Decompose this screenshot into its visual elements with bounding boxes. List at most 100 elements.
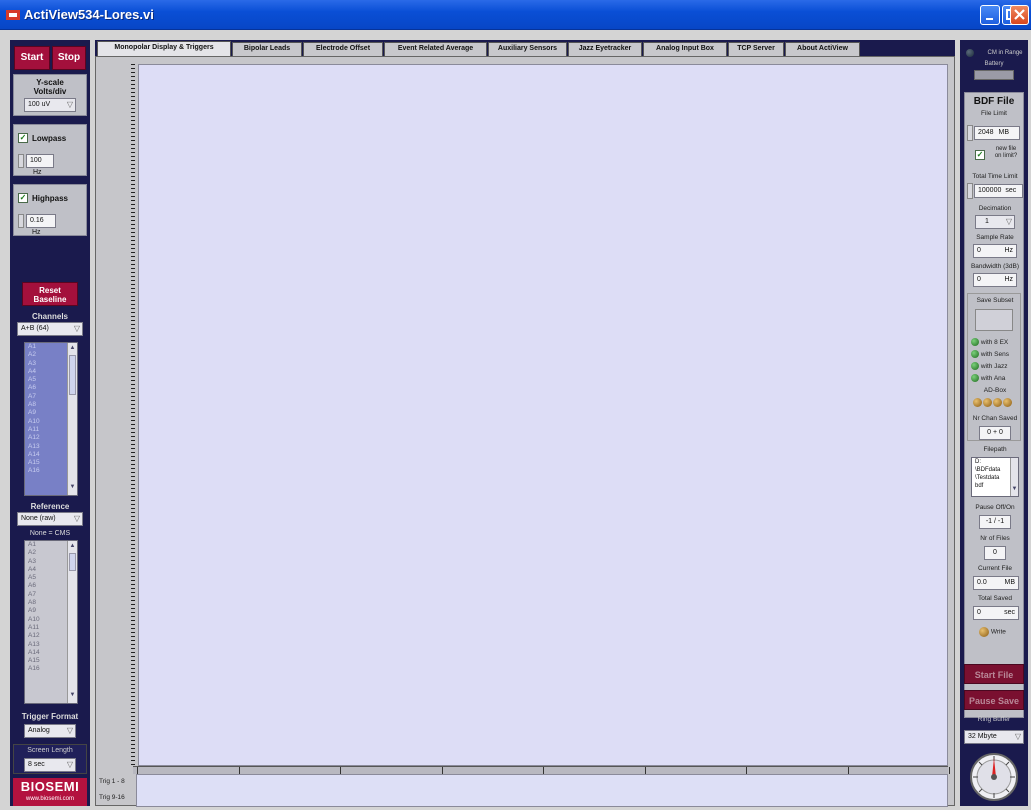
tab-jazz-eyetracker[interactable]: Jazz Eyetracker <box>568 42 642 56</box>
with-ana-row[interactable]: with Ana <box>965 374 1005 384</box>
x-axis-tick <box>340 767 341 774</box>
scroll-thumb[interactable] <box>69 553 76 571</box>
with-sens-led <box>971 350 979 359</box>
write-indicator: Write <box>973 627 1006 638</box>
total-saved-label: Total Saved <box>978 595 1012 602</box>
channel-scrollbar[interactable]: ▲ ▼ <box>67 343 77 495</box>
tab-auxiliary-sensors[interactable]: Auxiliary Sensors <box>488 42 567 56</box>
minimize-button[interactable] <box>980 5 1000 25</box>
chevron-down-icon: ▽ <box>66 726 73 735</box>
trigger-format-dropdown[interactable]: Analog ▽ <box>24 724 76 738</box>
scroll-thumb[interactable] <box>69 355 76 395</box>
filepath-label: Filepath <box>983 446 1007 453</box>
tab-about-actiview[interactable]: About ActiView <box>785 42 860 56</box>
tab-bipolar-leads[interactable]: Bipolar Leads <box>232 42 302 56</box>
yscale-dropdown[interactable]: 100 uV ▽ <box>24 98 76 112</box>
window-title: ActiView534-Lores.vi <box>24 7 154 22</box>
with-8ex-led <box>971 338 979 347</box>
with-8ex-row[interactable]: with 8 EX <box>965 338 1008 348</box>
x-axis-tick <box>949 767 950 774</box>
x-axis-tick <box>441 767 443 774</box>
adbox-label: AD-Box <box>983 387 1007 394</box>
tab-monopolar-display-triggers[interactable]: Monopolar Display & Triggers <box>97 41 231 57</box>
minimize-icon <box>986 18 993 20</box>
x-axis-tick <box>543 767 544 774</box>
total-time-unit: sec <box>1005 187 1017 194</box>
battery-label: Battery <box>984 61 1004 67</box>
reference-listbox[interactable]: A1 A2 A3 A4 A5 A6 A7 A8 A9 A10 A11 A12 A13 A14 A15 A16 … <box>24 540 78 704</box>
scroll-down-icon[interactable]: ▼ <box>68 692 77 701</box>
start-file-button[interactable]: Start File <box>964 664 1024 684</box>
scroll-up-icon[interactable]: ▲ <box>68 345 77 354</box>
chevron-down-icon: ▽ <box>73 324 80 333</box>
adbox-leds <box>973 398 1019 410</box>
highpass-field[interactable]: 0.16 Hz <box>26 214 56 236</box>
file-limit-unit: MB <box>998 129 1010 136</box>
bandwidth-value: 0 <box>977 276 981 283</box>
total-saved-value: 0 <box>977 609 981 616</box>
total-saved-field: 0 sec <box>973 606 1019 620</box>
ring-buffer-dropdown[interactable]: 32 Mbyte ▽ <box>964 730 1024 744</box>
yscale-group: Y-scale Volts/div 100 uV ▽ <box>13 74 87 116</box>
lowpass-spinner[interactable] <box>18 154 24 168</box>
trigger-plot-area[interactable] <box>136 774 948 807</box>
current-file-label: Current File <box>978 565 1012 572</box>
yscale-label: Y-scale <box>36 78 64 87</box>
x-axis-tick <box>238 767 240 774</box>
channels-value: A+B (64) <box>21 325 49 332</box>
tab-electrode-offset[interactable]: Electrode Offset <box>303 42 383 56</box>
close-icon <box>1014 9 1025 20</box>
trig-9-16-label: Trig 9-16 <box>99 794 125 801</box>
decimation-label: Decimation <box>978 205 1012 212</box>
scroll-down-icon[interactable]: ▼ <box>1011 486 1018 495</box>
with-ana-label: with Ana <box>980 375 1006 382</box>
bandwidth-field: 0 Hz <box>973 273 1017 287</box>
tab-analog-input-box[interactable]: Analog Input Box <box>643 42 727 56</box>
decimation-dropdown[interactable]: 1 ▽ <box>975 215 1015 229</box>
new-file-checkbox[interactable]: ✓ <box>975 150 985 160</box>
title-bar: ActiView534-Lores.vi <box>0 0 1031 30</box>
channels-dropdown[interactable]: A+B (64) ▽ <box>17 322 83 336</box>
file-limit-field[interactable]: 2048 MB <box>974 126 1020 140</box>
pause-save-button[interactable]: Pause Save <box>964 690 1024 710</box>
display-area: Monopolar Display & Triggers Bipolar Lead… <box>95 40 955 807</box>
reset-baseline-button[interactable]: Reset Baseline <box>22 282 78 306</box>
close-button[interactable] <box>1010 5 1029 25</box>
screen-length-dropdown[interactable]: 8 sec ▽ <box>24 758 76 772</box>
filepath-scrollbar[interactable]: ▼ <box>1010 458 1018 496</box>
start-button[interactable]: Start <box>14 46 50 70</box>
total-time-spinner[interactable] <box>967 183 973 199</box>
highpass-checkbox[interactable]: ✓ <box>18 193 28 203</box>
stop-button[interactable]: Stop <box>52 46 86 70</box>
channel-listbox[interactable]: A1 A2 A3 A4 A5 A6 A7 A8 A9 A10 A11 A12 A13 A14 A15 A16 … <box>24 342 78 496</box>
new-file-line1: new file <box>995 146 1017 152</box>
reference-scrollbar[interactable]: ▲ ▼ <box>67 541 77 703</box>
file-limit-spinner[interactable] <box>967 125 973 141</box>
chevron-down-icon: ▽ <box>66 100 73 109</box>
nr-chan-saved-label: Nr Chan Saved <box>972 415 1018 422</box>
bandwidth-unit: Hz <box>1004 276 1013 283</box>
total-time-field[interactable]: 100000 sec <box>974 184 1023 198</box>
chevron-down-icon: ▽ <box>66 760 73 769</box>
right-control-panel: CM in Range Battery BDF File File Limit … <box>960 40 1028 806</box>
eeg-plot-area[interactable] <box>138 64 948 766</box>
lowpass-field[interactable]: 100 Hz <box>26 154 54 176</box>
trig-1-8-label: Trig 1 - 8 <box>99 778 125 785</box>
highpass-spinner[interactable] <box>18 214 24 228</box>
lowpass-checkbox[interactable]: ✓ <box>18 133 28 143</box>
with-jazz-row[interactable]: with Jazz <box>965 362 1008 372</box>
file-limit-value: 2048 <box>978 129 994 136</box>
reference-dropdown[interactable]: None (raw) ▽ <box>17 512 83 526</box>
filepath-field[interactable]: D: \BDFdata \Testdata bdf ▼ <box>971 457 1019 497</box>
save-subset-field[interactable] <box>975 309 1013 331</box>
with-sens-row[interactable]: with Sens <box>965 350 1009 360</box>
current-file-field: 0.0 MB <box>973 576 1019 590</box>
tab-tcp-server[interactable]: TCP Server <box>728 42 784 56</box>
tab-event-related-average[interactable]: Event Related Average <box>384 42 487 56</box>
write-led <box>979 627 989 637</box>
left-control-panel: Start Stop Y-scale Volts/div 100 uV ▽ ✓ … <box>10 40 90 806</box>
adbox-led-1 <box>973 398 982 407</box>
scroll-down-icon[interactable]: ▼ <box>68 484 77 493</box>
total-time-value: 100000 <box>978 187 1002 194</box>
scroll-up-icon[interactable]: ▲ <box>68 543 77 552</box>
